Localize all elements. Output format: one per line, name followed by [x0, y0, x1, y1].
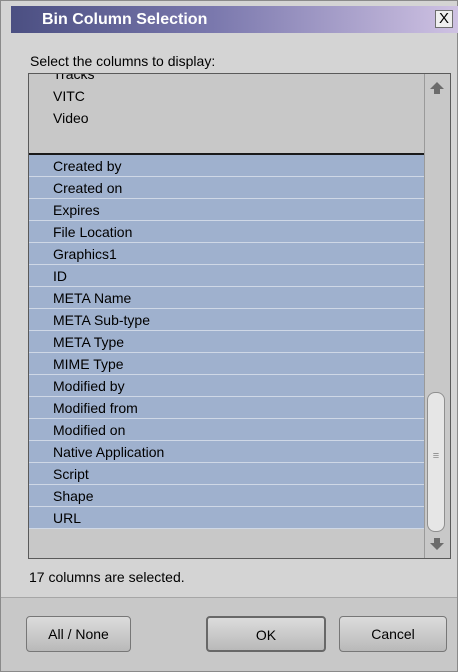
close-button[interactable]: X: [435, 10, 453, 28]
column-listbox[interactable]: Tracks VITC Video Created by Created on …: [28, 73, 451, 559]
selected-list-item[interactable]: META Name: [29, 287, 424, 309]
list-item-label: Created on: [53, 180, 123, 196]
list-item-label: META Sub-type: [53, 312, 151, 328]
list-item-label: Shape: [53, 488, 94, 504]
ok-button[interactable]: OK: [206, 616, 326, 652]
title-bar[interactable]: Bin Column Selection X: [11, 6, 458, 33]
instruction-label: Select the columns to display:: [30, 53, 216, 69]
selected-list-item[interactable]: URL: [29, 507, 424, 529]
list-item-label: Video: [53, 110, 89, 126]
list-item-label: Graphics1: [53, 246, 117, 262]
list-item-label: META Type: [53, 334, 125, 350]
all-none-button-label: All / None: [48, 626, 109, 642]
ok-button-label: OK: [255, 627, 277, 643]
list-item-label: URL: [53, 510, 82, 526]
scrollbar-thumb[interactable]: ≡: [427, 392, 445, 532]
selected-list-item[interactable]: Script: [29, 463, 424, 485]
all-none-button[interactable]: All / None: [26, 616, 131, 652]
selected-list-item[interactable]: Modified by: [29, 375, 424, 397]
button-bar: All / None OK Cancel: [1, 597, 457, 671]
list-item-label: Native Application: [53, 444, 165, 460]
close-icon[interactable]: X: [439, 10, 449, 27]
vertical-scrollbar[interactable]: ≡: [424, 74, 450, 558]
selected-list-item[interactable]: Modified on: [29, 419, 424, 441]
list-item-label: ID: [53, 268, 67, 284]
list-item-label: Modified from: [53, 400, 138, 416]
list-item-label: Tracks: [53, 74, 95, 82]
arrow-up-icon[interactable]: [429, 80, 445, 96]
selection-count-label: 17 columns are selected.: [29, 569, 185, 585]
list-item-label: Modified by: [53, 378, 125, 394]
selected-list-item[interactable]: Modified from: [29, 397, 424, 419]
list-item-label: META Name: [53, 290, 132, 306]
list-item[interactable]: VITC: [29, 85, 424, 107]
list-item[interactable]: Video: [29, 107, 424, 129]
selected-list-item[interactable]: META Sub-type: [29, 309, 424, 331]
list-item-label: Modified on: [53, 422, 126, 438]
selected-list-item[interactable]: Expires: [29, 199, 424, 221]
column-list[interactable]: Tracks VITC Video Created by Created on …: [29, 74, 424, 558]
selected-list-item[interactable]: Shape: [29, 485, 424, 507]
selected-list-item[interactable]: MIME Type: [29, 353, 424, 375]
cancel-button[interactable]: Cancel: [339, 616, 447, 652]
dialog-title: Bin Column Selection: [42, 11, 208, 28]
list-empty-area: [29, 537, 424, 558]
cancel-button-label: Cancel: [371, 626, 415, 642]
selected-list-item[interactable]: Native Application: [29, 441, 424, 463]
list-item[interactable]: Tracks: [29, 74, 424, 85]
list-item-label: Created by: [53, 158, 122, 174]
list-item-label: VITC: [53, 88, 85, 104]
bin-column-selection-dialog: Bin Column Selection X Select the column…: [0, 0, 458, 672]
selected-list-item[interactable]: Created by: [29, 155, 424, 177]
selected-list-item[interactable]: META Type: [29, 331, 424, 353]
selected-list-item[interactable]: ID: [29, 265, 424, 287]
selected-list-item[interactable]: Graphics1: [29, 243, 424, 265]
selected-list-item[interactable]: Created on: [29, 177, 424, 199]
grip-icon: ≡: [432, 450, 440, 462]
selected-list-item[interactable]: File Location: [29, 221, 424, 243]
list-item-label: MIME Type: [53, 356, 124, 372]
arrow-down-icon[interactable]: [429, 536, 445, 552]
list-item-label: Script: [53, 466, 89, 482]
list-item-label: File Location: [53, 224, 133, 240]
list-item-label: Expires: [53, 202, 100, 218]
